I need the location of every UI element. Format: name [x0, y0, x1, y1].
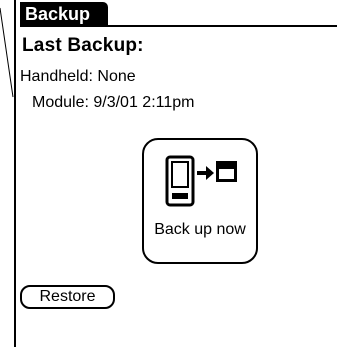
stray-diagonal-line [0, 7, 14, 98]
module-status: Module: 9/3/01 2:11pm [32, 94, 195, 111]
title-bar: Backup [20, 0, 337, 27]
handheld-status: Handheld: None [20, 68, 136, 85]
back-up-now-label: Back up now [154, 221, 246, 238]
storage-module-icon [216, 161, 237, 182]
back-up-now-button[interactable]: Back up now [142, 138, 258, 264]
handheld-device-icon [165, 155, 195, 207]
last-backup-heading: Last Backup: [22, 35, 144, 56]
arrow-right-icon [197, 166, 214, 180]
backup-screen: Backup Last Backup: Handheld: None Modul… [14, 0, 337, 347]
title-underline [20, 25, 337, 27]
app-title: Backup [20, 2, 109, 27]
restore-button[interactable]: Restore [20, 285, 115, 309]
handheld-to-module-icon [165, 155, 237, 207]
